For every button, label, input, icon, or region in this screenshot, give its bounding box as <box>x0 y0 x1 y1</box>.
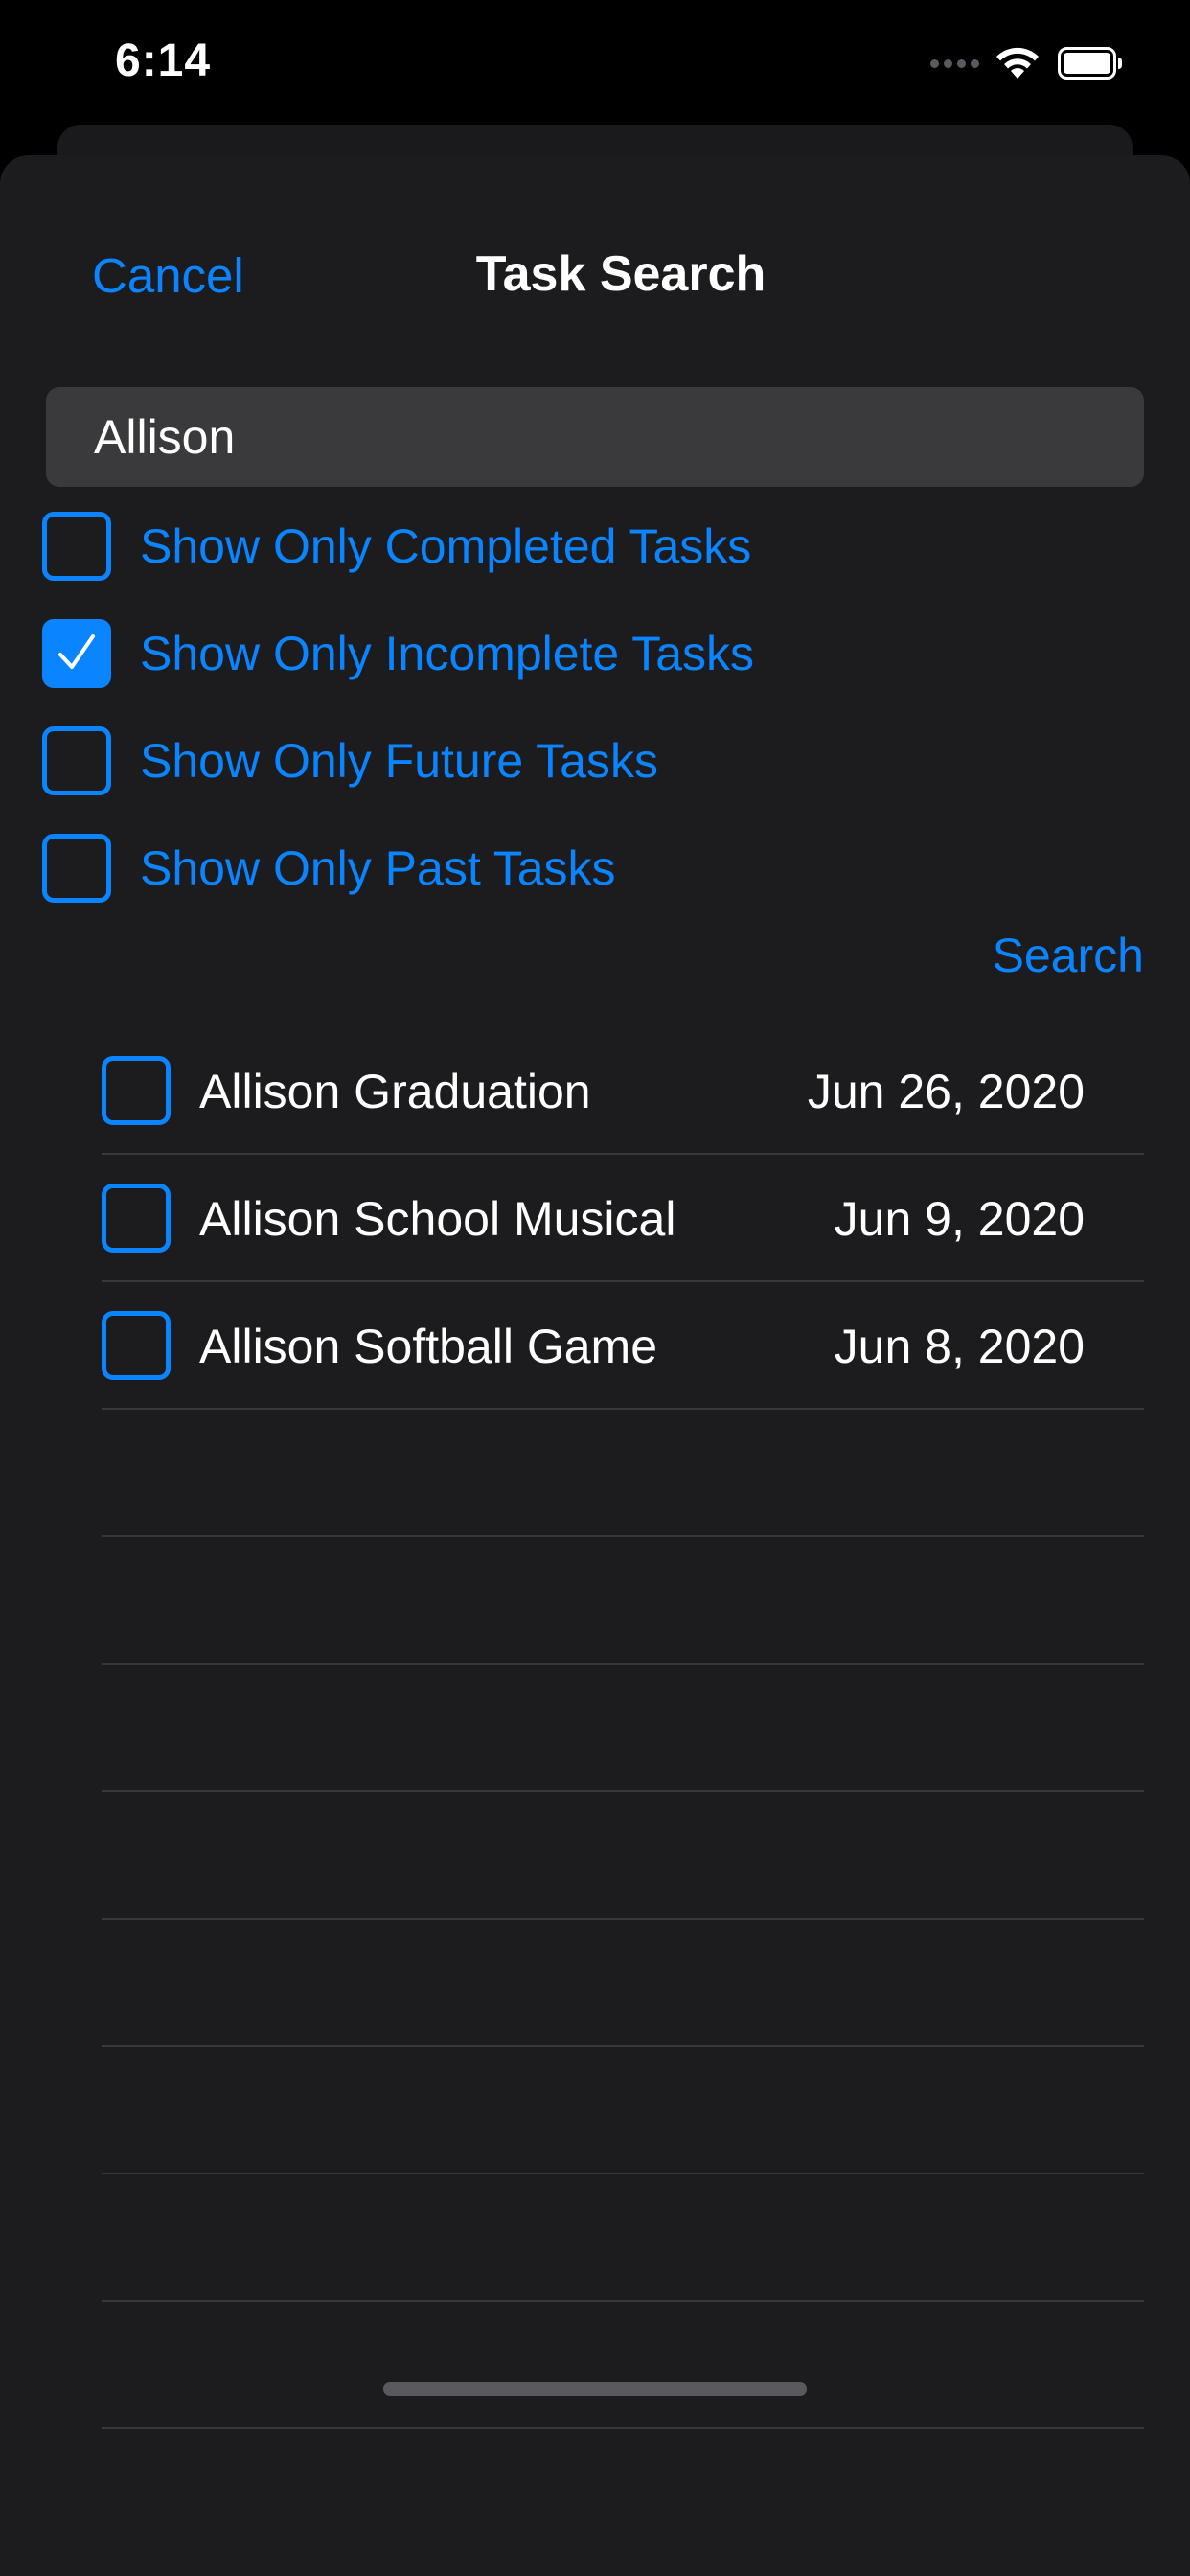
row-divider <box>102 2427 1144 2429</box>
empty-row <box>0 1792 1190 1920</box>
empty-row <box>0 1410 1190 1537</box>
task-row[interactable]: Allison Softball Game Jun 8, 2020 <box>0 1282 1190 1410</box>
checkbox[interactable] <box>42 726 111 795</box>
task-search-sheet: Cancel Task Search Show Only Completed T… <box>0 155 1190 2576</box>
status-time: 6:14 <box>115 35 212 86</box>
task-title: Allison Softball Game <box>199 1320 658 1373</box>
cellular-dots-icon <box>930 58 979 68</box>
battery-icon <box>1058 47 1123 80</box>
status-icons <box>930 44 1123 82</box>
checkbox[interactable] <box>42 834 111 903</box>
results-list: Allison Graduation Jun 26, 2020 Allison Sc… <box>0 1027 1190 2429</box>
checkbox-checked[interactable] <box>42 619 111 688</box>
filter-option[interactable]: Show Only Future Tasks <box>42 723 658 799</box>
task-checkbox[interactable] <box>102 1184 171 1253</box>
filter-option[interactable]: Show Only Incomplete Tasks <box>42 615 754 692</box>
empty-row <box>0 2174 1190 2302</box>
filter-option[interactable]: Show Only Past Tasks <box>42 830 616 907</box>
empty-row <box>0 1665 1190 1792</box>
empty-row <box>0 2302 1190 2429</box>
task-row[interactable]: Allison Graduation Jun 26, 2020 <box>0 1027 1190 1155</box>
empty-row <box>0 1537 1190 1665</box>
search-input[interactable] <box>46 387 1144 487</box>
checkbox[interactable] <box>42 512 111 581</box>
task-checkbox[interactable] <box>102 1311 171 1380</box>
checkmark-icon <box>58 634 95 669</box>
task-checkbox[interactable] <box>102 1056 171 1125</box>
search-button[interactable]: Search <box>993 928 1144 983</box>
filter-label: Show Only Future Tasks <box>140 734 658 788</box>
filter-option[interactable]: Show Only Completed Tasks <box>42 508 751 585</box>
screen: 6:14 Cancel Task Search Show Only Comple… <box>0 0 1190 2576</box>
empty-row <box>0 1920 1190 2047</box>
filter-label: Show Only Completed Tasks <box>140 519 752 573</box>
task-row[interactable]: Allison School Musical Jun 9, 2020 <box>0 1155 1190 1282</box>
task-date: Jun 8, 2020 <box>834 1320 1085 1373</box>
filter-label: Show Only Past Tasks <box>140 841 616 895</box>
page-title: Task Search <box>475 246 767 302</box>
task-date: Jun 9, 2020 <box>834 1192 1085 1246</box>
task-title: Allison Graduation <box>199 1065 591 1118</box>
home-indicator <box>383 2382 807 2396</box>
empty-row <box>0 2047 1190 2174</box>
task-date: Jun 26, 2020 <box>807 1065 1085 1118</box>
filter-label: Show Only Incomplete Tasks <box>140 627 755 680</box>
task-title: Allison School Musical <box>199 1192 676 1246</box>
wifi-icon <box>996 47 1039 79</box>
